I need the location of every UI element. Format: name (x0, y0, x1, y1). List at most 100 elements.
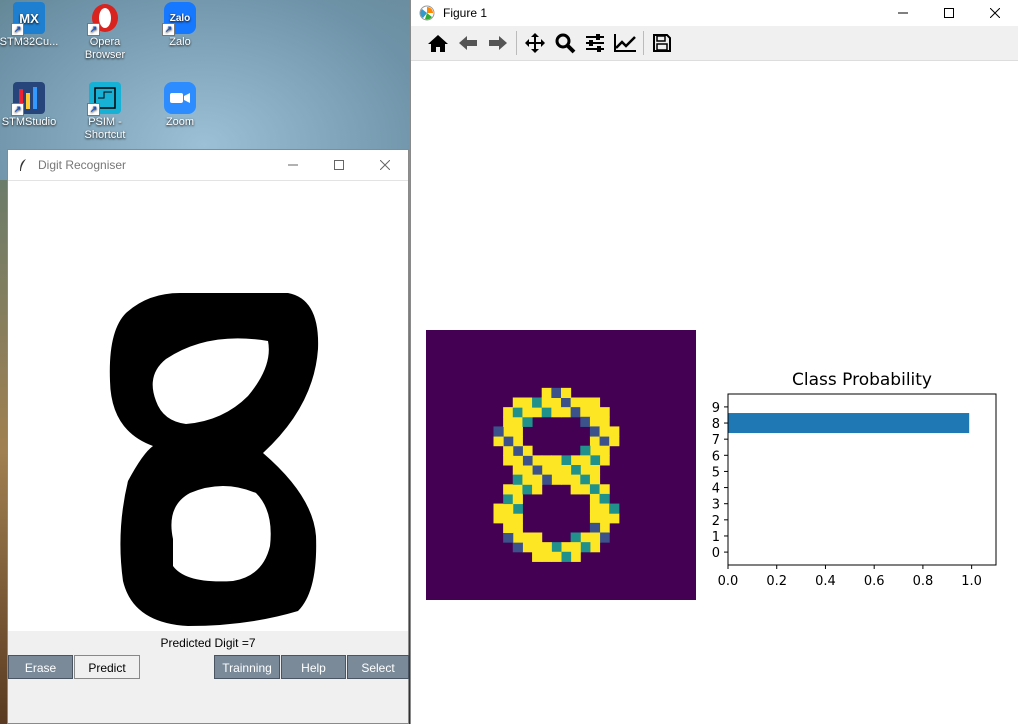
training-button[interactable]: Trainning (214, 655, 280, 679)
stm32cubemx-icon: MX ↗ (11, 2, 45, 36)
x-tick-label: 0.0 (718, 574, 739, 589)
image-pixel (570, 542, 581, 553)
image-pixel (599, 426, 610, 437)
image-pixel (551, 455, 562, 466)
image-pixel (589, 455, 601, 466)
image-pixel (599, 493, 610, 505)
plot-toolbar (411, 26, 1018, 61)
y-tick-label: 0 (712, 546, 720, 561)
desktop-icon-label: PSIM - Shortcut (84, 116, 126, 141)
image-pixel (503, 503, 514, 514)
configure-subplots-icon[interactable] (580, 29, 610, 57)
window-title: Figure 1 (443, 6, 488, 20)
x-tick-label: 0.4 (815, 574, 836, 589)
image-pixel (503, 493, 514, 505)
image-pixel (580, 455, 591, 466)
stmstudio-icon: ↗ (11, 82, 45, 116)
image-pixel (493, 503, 504, 514)
image-pixel (503, 484, 514, 495)
x-tick-label: 0.6 (864, 574, 885, 589)
home-icon[interactable] (423, 29, 453, 57)
desktop-icon-zoom[interactable]: Zoom (145, 82, 215, 129)
image-pixel (599, 445, 610, 456)
image-pixel (561, 455, 572, 466)
bar-class-8 (728, 413, 970, 434)
window-titlebar[interactable]: Figure 1 (411, 0, 1018, 26)
image-pixel (599, 484, 610, 495)
image-pixel (599, 407, 610, 418)
image-pixel (599, 503, 610, 514)
image-pixel (580, 407, 591, 418)
image-pixel (551, 387, 562, 398)
select-button[interactable]: Select (347, 655, 409, 679)
window-titlebar[interactable]: Digit Recogniser (8, 150, 408, 181)
desktop-icon-opera[interactable]: ↗ Opera Browser (70, 2, 140, 62)
image-pixel (512, 397, 523, 408)
image-pixel (512, 493, 523, 505)
image-pixel (561, 465, 572, 476)
close-button[interactable] (972, 0, 1018, 26)
opera-icon: ↗ (87, 2, 121, 36)
image-pixel (570, 407, 581, 418)
image-pixel (589, 522, 601, 533)
image-pixel (589, 465, 601, 476)
desktop-icon-stmstudio[interactable]: ↗ STMStudio (0, 82, 64, 129)
desktop-icon-label: STM32Cu... (0, 36, 59, 48)
figure-window: Figure 1 Class Probability 0 1 2 3 4 5 6… (410, 0, 1018, 724)
image-pixel (512, 484, 523, 495)
image-pixel (503, 532, 514, 543)
image-pixel (599, 532, 610, 543)
minimize-button[interactable] (880, 0, 926, 26)
image-pixel (522, 397, 533, 408)
y-tick-label: 9 (712, 401, 720, 416)
zalo-icon: Zalo ↗ (162, 2, 196, 36)
image-pixel (532, 397, 543, 408)
y-tick-label: 5 (712, 465, 720, 480)
image-pixel (580, 474, 591, 485)
save-icon[interactable] (647, 29, 677, 57)
image-pixel (522, 465, 533, 476)
image-pixel (589, 426, 601, 437)
image-pixel (512, 503, 523, 514)
image-pixel (541, 397, 552, 408)
desktop-icon-zalo[interactable]: Zalo ↗ Zalo (145, 2, 215, 49)
figure-canvas[interactable]: Class Probability 0 1 2 3 4 5 6 7 8 9 0.0 0.2 0.4 0.6 0… (411, 61, 1018, 724)
close-button[interactable] (362, 150, 408, 180)
y-tick-label: 2 (712, 514, 720, 529)
image-pixel (589, 484, 601, 495)
image-pixel (589, 397, 601, 408)
window-title: Digit Recogniser (38, 158, 127, 172)
erase-button[interactable]: Erase (8, 655, 73, 679)
image-pixel (541, 474, 552, 485)
feather-icon (16, 158, 30, 172)
zoom-icon[interactable] (550, 29, 580, 57)
desktop-icon-stm32cubemx[interactable]: MX ↗ STM32Cu... (0, 2, 64, 49)
back-icon[interactable] (453, 29, 483, 57)
pan-icon[interactable] (520, 29, 550, 57)
predict-button[interactable]: Predict (74, 655, 140, 679)
desktop-icon-psim[interactable]: ↗ PSIM - Shortcut (70, 82, 140, 142)
image-pixel (512, 407, 523, 418)
image-pixel (580, 542, 591, 553)
maximize-button[interactable] (316, 150, 362, 180)
drawn-digit-eight (109, 293, 319, 626)
image-pixel (609, 503, 620, 514)
drawing-canvas[interactable] (8, 181, 408, 631)
image-pixel (561, 397, 572, 408)
forward-icon[interactable] (483, 29, 513, 57)
image-pixel (522, 445, 533, 456)
image-pixel (580, 465, 591, 476)
image-pixel (570, 484, 581, 495)
image-pixel (522, 455, 533, 466)
predicted-digit-label: Predicted Digit =7 (160, 636, 256, 650)
maximize-button[interactable] (926, 0, 972, 26)
minimize-button[interactable] (270, 150, 316, 180)
image-pixel (589, 503, 601, 514)
image-pixel (561, 407, 572, 418)
edit-axis-icon[interactable] (610, 29, 640, 57)
class-probability-chart: Class Probability 01234 56789 0.0 0.2 0.4 0.6 0… (712, 370, 997, 589)
image-pixel (503, 513, 514, 524)
image-pixel (532, 484, 543, 495)
image-pixel (522, 542, 533, 553)
help-button[interactable]: Help (281, 655, 346, 679)
